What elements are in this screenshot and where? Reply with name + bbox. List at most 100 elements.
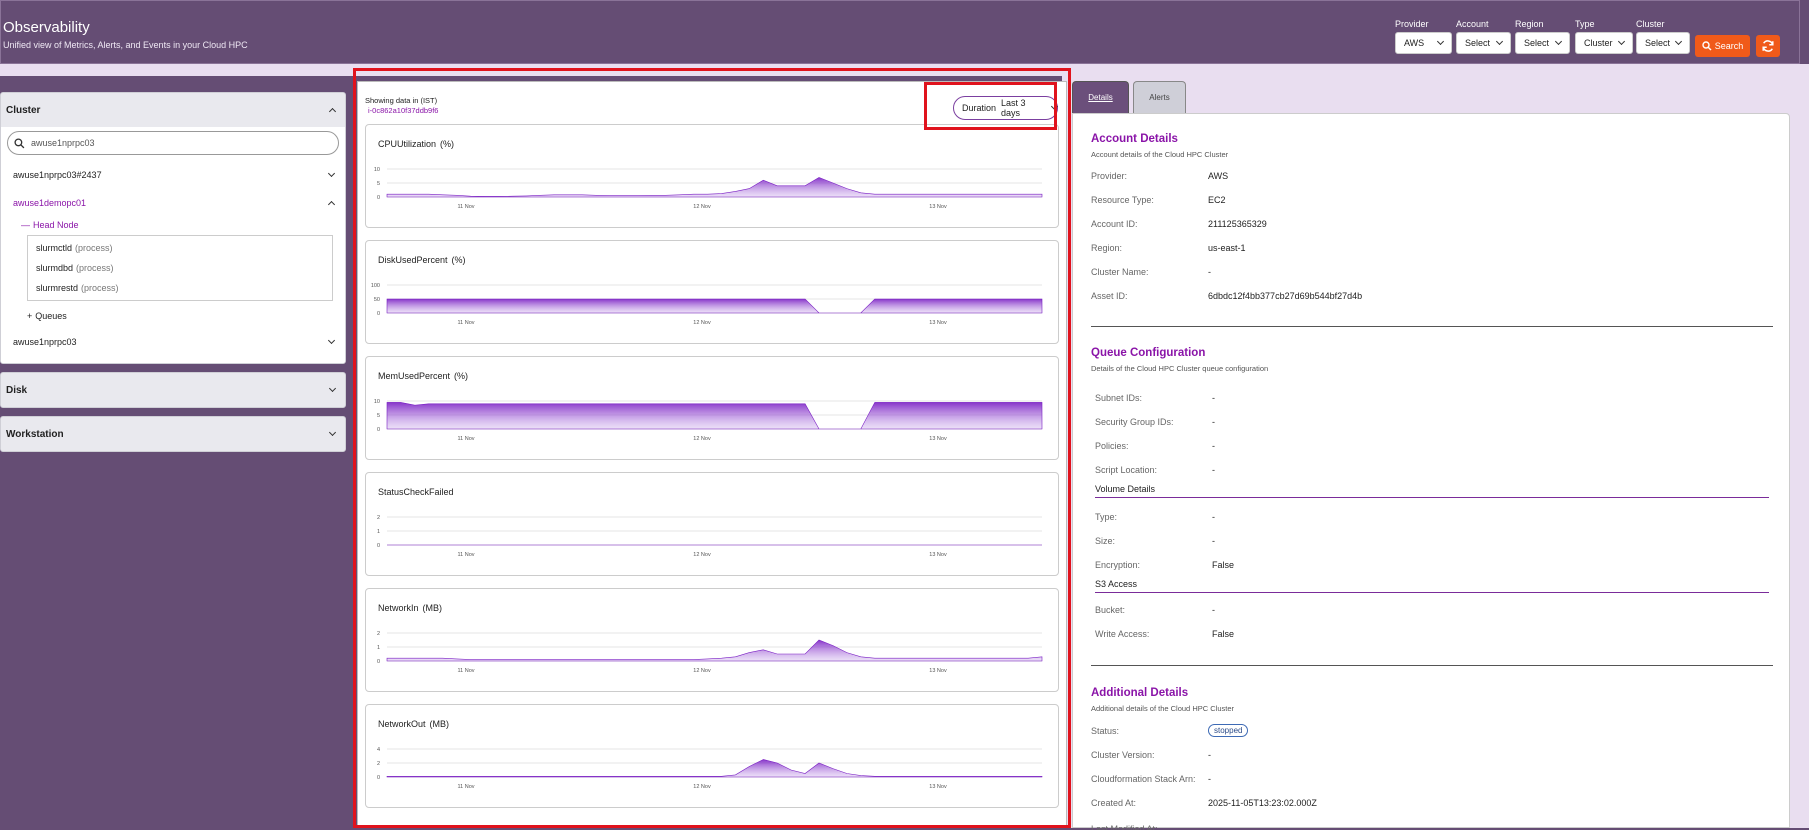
provider-label: Provider: [1395, 19, 1429, 29]
detail-key: Cloudformation Stack Arn:: [1091, 774, 1196, 784]
page-subtitle: Unified view of Metrics, Alerts, and Eve…: [3, 40, 248, 50]
queue-config-title: Queue Configuration: [1091, 347, 1206, 359]
detail-row: Security Group IDs: -: [1095, 417, 1215, 427]
chevron-down-icon: [1674, 37, 1683, 46]
tab-details[interactable]: Details: [1072, 81, 1129, 113]
detail-value: -: [1212, 512, 1215, 522]
detail-row: Write Access: False: [1095, 629, 1234, 639]
detail-key: Subnet IDs:: [1095, 393, 1143, 403]
process-item[interactable]: slurmrestd (process): [36, 278, 324, 298]
refresh-icon: [1762, 40, 1774, 52]
cluster-item[interactable]: awuse1nprpc03#2437: [7, 161, 339, 189]
cluster-accordion: Cluster awuse1nprpc03 awuse1nprpc03#2437…: [0, 92, 346, 364]
disk-accordion[interactable]: Disk: [0, 372, 346, 408]
detail-row: Account ID: 211125365329: [1091, 219, 1267, 229]
account-details-subtitle: Account details of the Cloud HPC Cluster: [1091, 150, 1229, 159]
chevron-down-icon: [328, 428, 337, 437]
process-item[interactable]: slurmctld (process): [36, 238, 324, 258]
queues-label: Queues: [35, 311, 67, 321]
region-value: Select: [1524, 38, 1550, 48]
cluster-label: Cluster: [1636, 19, 1665, 29]
chevron-down-icon: [328, 384, 337, 393]
region-select[interactable]: Select: [1515, 32, 1570, 54]
s3-access-heading: S3 Access: [1095, 579, 1769, 593]
detail-value: -: [1208, 774, 1211, 784]
detail-row: Asset ID: 6dbdc12f4bb377cb27d69b544bf27d4…: [1091, 291, 1362, 301]
workstation-accordion-header[interactable]: Workstation: [1, 417, 345, 451]
detail-key: Script Location:: [1095, 465, 1158, 475]
detail-value: False: [1212, 629, 1235, 639]
detail-row-last-modified: Last Modified At:: [1091, 824, 1208, 830]
process-name: slurmctld: [36, 243, 73, 253]
chevron-down-icon: [327, 336, 336, 345]
detail-key: Asset ID:: [1091, 291, 1128, 301]
detail-value: -: [1212, 536, 1215, 546]
process-list: slurmctld (process) slurmdbd (process) slu…: [27, 235, 333, 301]
process-name: slurmrestd: [36, 283, 79, 293]
tab-alerts[interactable]: Alerts: [1133, 81, 1186, 113]
detail-key: Created At:: [1091, 798, 1137, 808]
detail-key: Region:: [1091, 243, 1123, 253]
cluster-item-selected[interactable]: awuse1demopc01: [7, 189, 339, 217]
detail-key: Cluster Version:: [1091, 750, 1155, 760]
cluster-value: Select: [1645, 38, 1671, 48]
additional-details-title: Additional Details: [1091, 687, 1189, 699]
process-tag: (process): [75, 243, 113, 253]
account-select[interactable]: Select: [1456, 32, 1511, 54]
head-node-label: Head Node: [33, 220, 79, 230]
detail-value: 211125365329: [1208, 219, 1267, 229]
detail-value: 6dbdc12f4bb377cb27d69b544bf27d4b: [1208, 291, 1363, 301]
account-value: Select: [1465, 38, 1491, 48]
search-icon: [14, 137, 25, 148]
detail-value: -: [1208, 267, 1211, 277]
highlight-frame-duration: [924, 82, 1057, 130]
detail-row: Created At: 2025-11-05T13:23:02.000Z: [1091, 798, 1317, 808]
detail-value: -: [1208, 750, 1211, 760]
detail-row: Script Location: -: [1095, 465, 1215, 475]
chevron-down-icon: [1617, 37, 1626, 46]
cluster-search-input[interactable]: awuse1nprpc03: [7, 131, 339, 155]
detail-value: -: [1212, 465, 1215, 475]
provider-select[interactable]: AWS: [1395, 32, 1452, 54]
detail-row: Bucket: -: [1095, 605, 1215, 615]
disk-accordion-header[interactable]: Disk: [1, 373, 345, 407]
type-label: Type: [1575, 19, 1595, 29]
type-value: Cluster: [1584, 38, 1613, 48]
cluster-select[interactable]: Select: [1636, 32, 1690, 54]
cluster-filter: Cluster Select: [1636, 19, 1690, 54]
process-name: slurmdbd: [36, 263, 74, 273]
detail-row: Encryption: False: [1095, 560, 1234, 570]
detail-row: Cluster Version: -: [1091, 750, 1211, 760]
head-node-toggle[interactable]: — Head Node: [7, 217, 339, 233]
chevron-down-icon: [1554, 37, 1563, 46]
search-icon: [1702, 41, 1712, 51]
app-header: Observability Unified view of Metrics, A…: [0, 0, 1800, 64]
detail-key: Account ID:: [1091, 219, 1138, 229]
detail-key: Write Access:: [1095, 629, 1150, 639]
detail-value: us-east-1: [1208, 243, 1246, 253]
type-select[interactable]: Cluster: [1575, 32, 1633, 54]
additional-details-subtitle: Additional details of the Cloud HPC Clus…: [1091, 704, 1234, 713]
region-filter: Region Select: [1515, 19, 1570, 54]
detail-row: Subnet IDs: -: [1095, 393, 1215, 403]
highlight-frame-metrics: [353, 68, 1071, 828]
queues-toggle[interactable]: + Queues: [7, 305, 339, 327]
detail-row: Type: -: [1095, 512, 1215, 522]
type-filter: Type Cluster: [1575, 19, 1633, 54]
detail-row: Cloudformation Stack Arn: -: [1091, 774, 1211, 784]
cluster-accordion-header[interactable]: Cluster: [1, 93, 345, 127]
detail-key: Size:: [1095, 536, 1116, 546]
refresh-button[interactable]: [1756, 35, 1780, 57]
process-item[interactable]: slurmdbd (process): [36, 258, 324, 278]
search-button[interactable]: Search: [1695, 35, 1750, 57]
detail-key: Security Group IDs:: [1095, 417, 1174, 427]
search-button-label: Search: [1714, 41, 1744, 51]
detail-row: Size: -: [1095, 536, 1215, 546]
detail-row: Provider: AWS: [1091, 171, 1228, 181]
status-key: Status:: [1091, 725, 1120, 736]
workstation-accordion[interactable]: Workstation: [0, 416, 346, 452]
cluster-item[interactable]: awuse1nprpc03: [7, 327, 339, 357]
detail-row: Cluster Name: -: [1091, 267, 1211, 277]
process-tag: (process): [81, 283, 119, 293]
detail-row: Region: us-east-1: [1091, 243, 1246, 253]
